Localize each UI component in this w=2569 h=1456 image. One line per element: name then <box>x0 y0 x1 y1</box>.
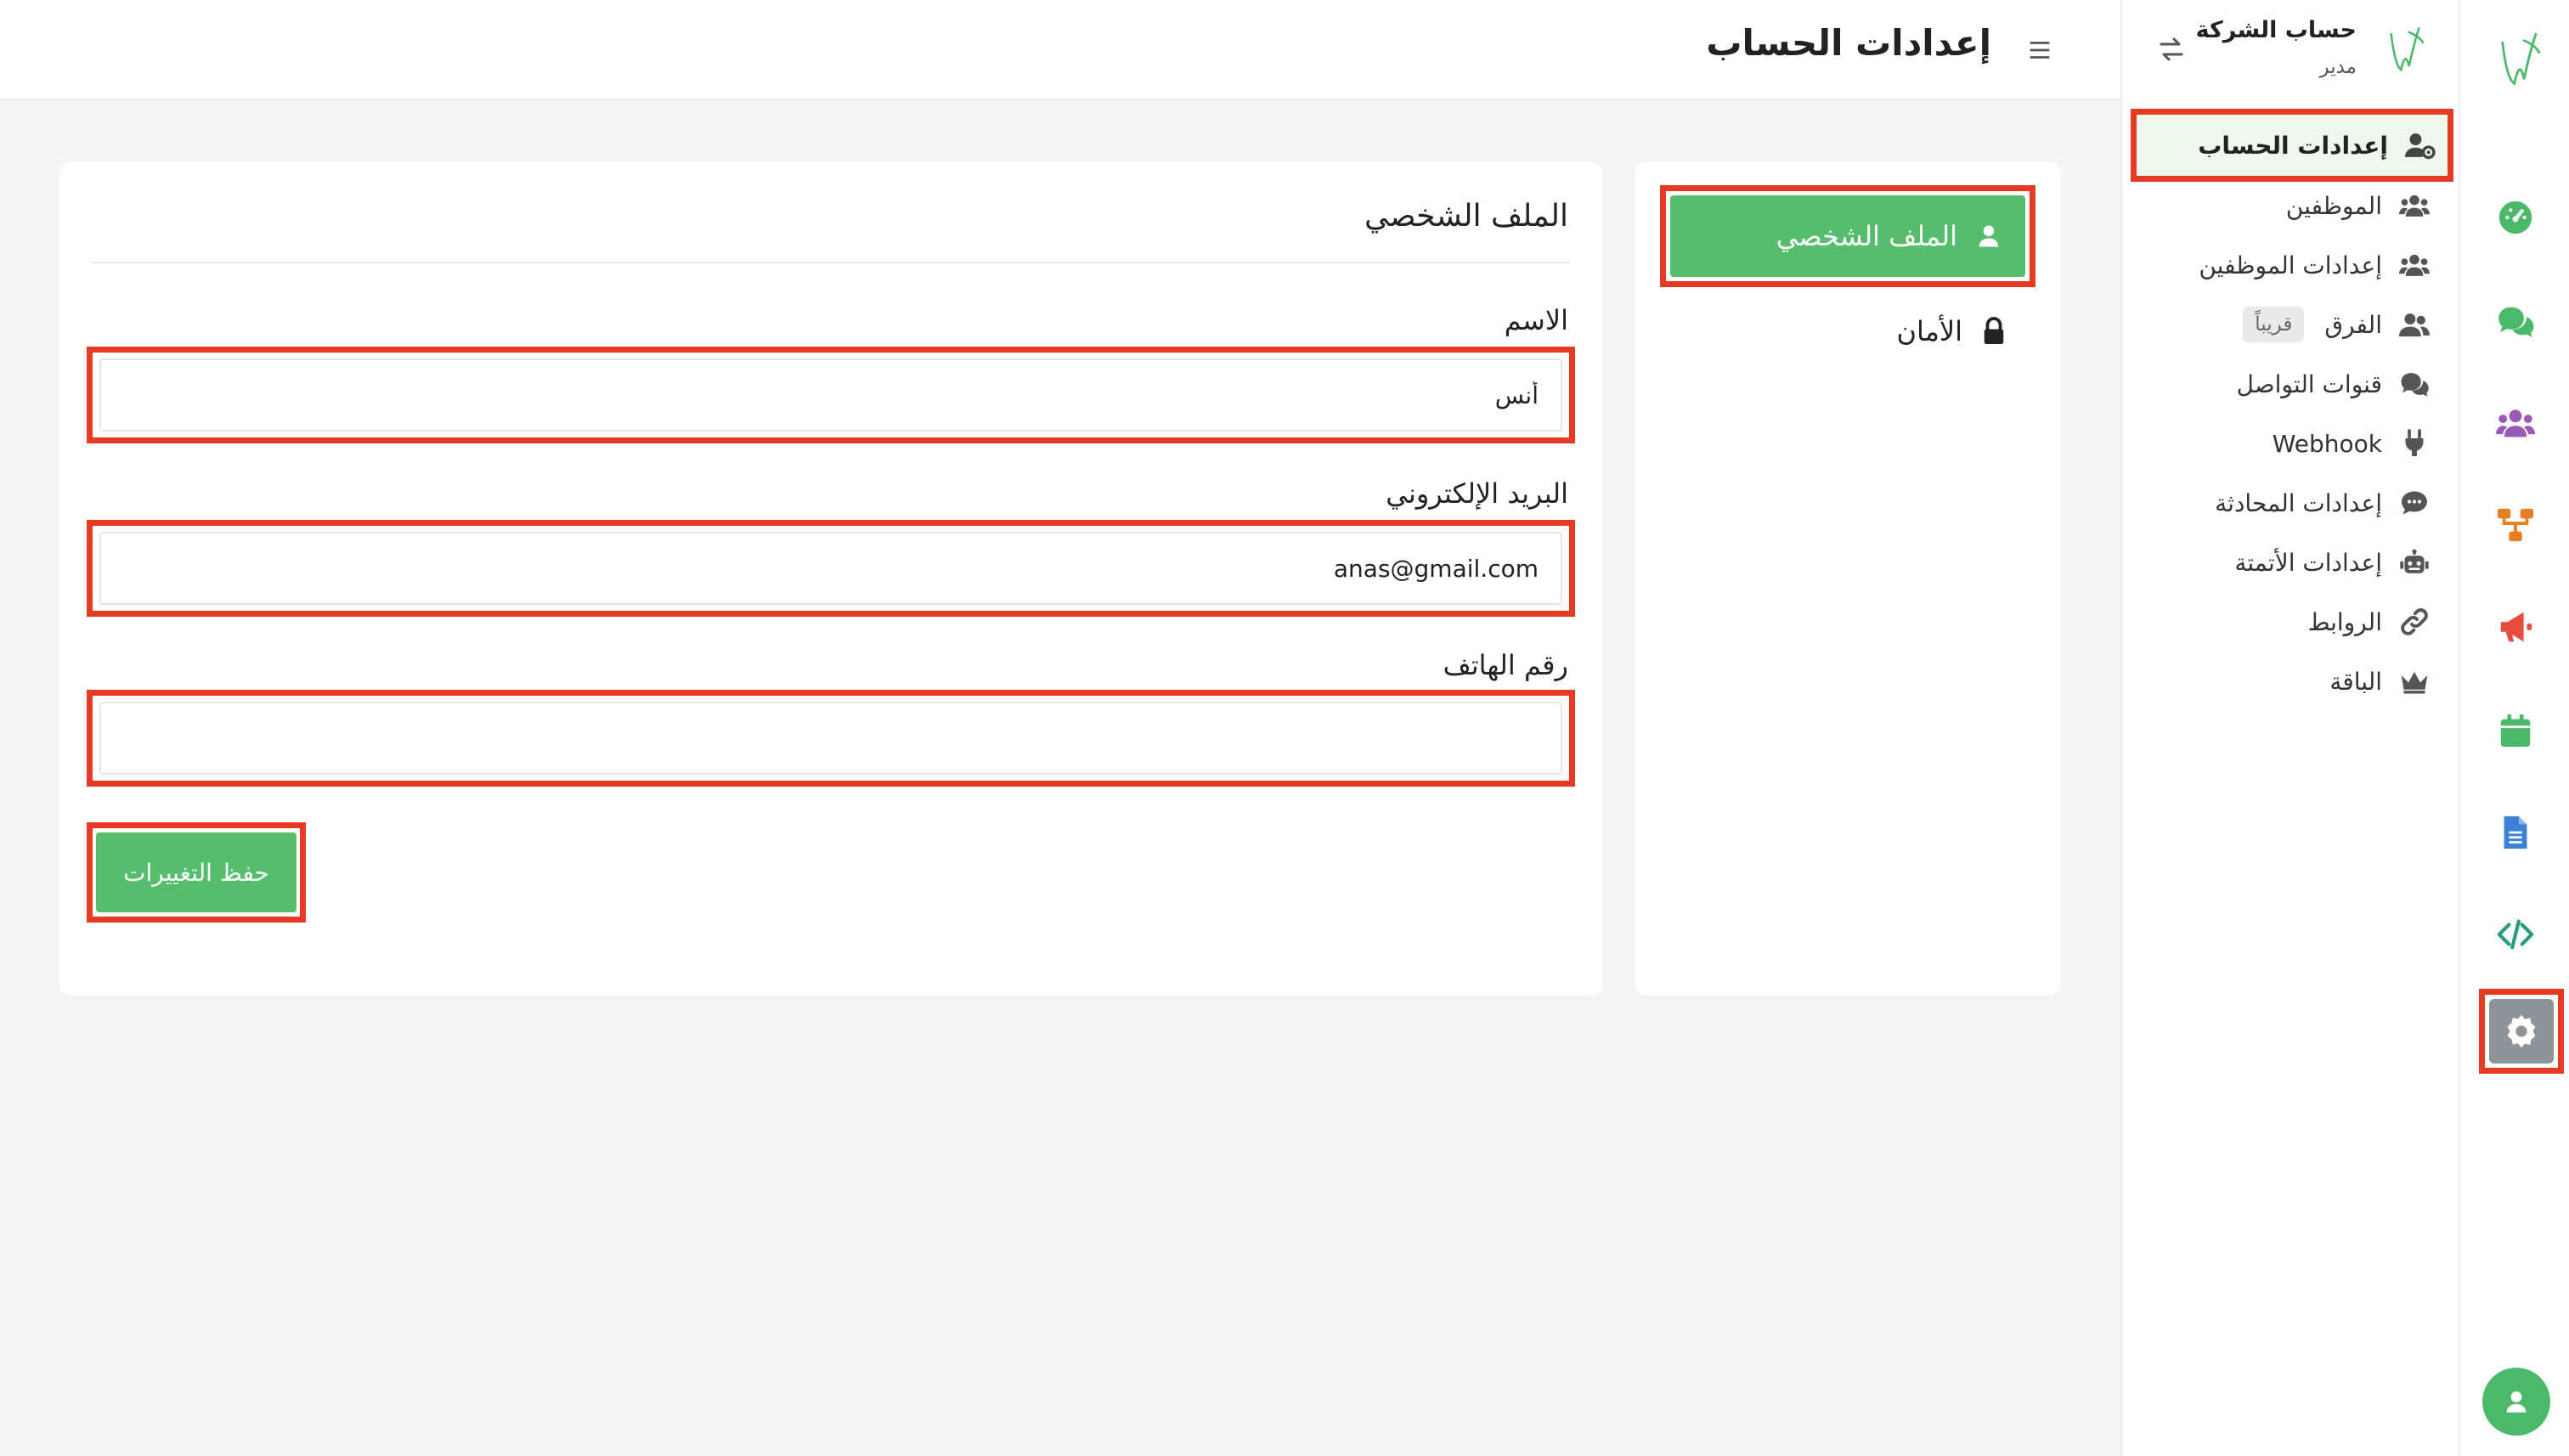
email-label: البريد الإلكتروني <box>1386 477 1568 510</box>
sidebar-item-employee-settings[interactable]: إعدادات الموظفين <box>2134 240 2450 291</box>
switch-account-icon[interactable] <box>2156 34 2187 65</box>
sidebar-item-account-settings[interactable]: إعدادات الحساب <box>2131 109 2453 182</box>
users-icon <box>2399 195 2430 217</box>
robot-icon <box>2400 549 2429 573</box>
tab-profile-wrapper: الملف الشخصي <box>1660 185 2035 287</box>
settings-sidebar: حساب الشركة مدير إعدادات الحساب الموظفين… <box>2120 0 2459 1456</box>
phone-field-wrapper <box>87 690 1575 787</box>
sidebar-item-teams[interactable]: قريباً الفرق <box>2134 299 2450 350</box>
rail-dashboard[interactable] <box>2487 189 2544 246</box>
code-icon <box>2497 919 2534 950</box>
comments-icon <box>2401 373 2429 397</box>
document-icon <box>2504 815 2527 849</box>
sidebar-item-links[interactable]: الروابط <box>2134 596 2450 647</box>
email-input[interactable] <box>99 532 1562 605</box>
tab-security[interactable]: الأمان <box>1896 306 2007 357</box>
flow-icon <box>2497 508 2534 542</box>
icon-rail <box>2459 0 2569 1456</box>
sidebar-item-webhook[interactable]: Webhook <box>2134 418 2450 469</box>
plug-icon <box>2405 429 2424 456</box>
company-logo <box>2390 27 2425 72</box>
sidebar-item-label: إعدادات الحساب <box>2198 131 2388 160</box>
rail-settings[interactable] <box>2489 999 2554 1064</box>
sidebar-item-label: الباقة <box>2329 667 2382 696</box>
form-title: الملف الشخصي <box>1364 199 1568 234</box>
rail-calendar[interactable] <box>2487 702 2544 759</box>
rail-chats[interactable] <box>2487 292 2544 350</box>
sidebar-item-employees[interactable]: الموظفين <box>2134 180 2450 231</box>
comment-dots-icon <box>2402 491 2427 515</box>
rail-flows[interactable] <box>2487 496 2544 554</box>
hamburger-menu-icon[interactable] <box>2025 36 2054 65</box>
profile-form-card: الملف الشخصي الاسم البريد الإلكتروني رقم… <box>59 161 1602 996</box>
sidebar-item-channels[interactable]: قنوات التواصل <box>2134 358 2450 409</box>
sidebar-item-label: إعدادات الموظفين <box>2199 251 2382 279</box>
rail-settings-wrapper <box>2479 989 2564 1074</box>
app-logo[interactable] <box>2494 25 2545 90</box>
dashboard-gauge-icon <box>2498 200 2532 234</box>
company-name: حساب الشركة <box>2195 17 2357 43</box>
crown-icon <box>2401 671 2428 694</box>
team-icon <box>2496 409 2535 437</box>
name-field-wrapper <box>87 347 1575 443</box>
users-gear-icon <box>2399 254 2430 276</box>
sidebar-item-chat-settings[interactable]: إعدادات المحادثة <box>2134 477 2450 528</box>
save-changes-button[interactable]: حفظ التغييرات <box>96 832 296 912</box>
profile-tabs-card: الملف الشخصي الأمان <box>1635 161 2061 996</box>
sidebar-item-label: إعدادات الأتمتة <box>2234 548 2382 577</box>
tab-profile-label: الملف الشخصي <box>1776 220 1957 252</box>
save-button-wrapper: حفظ التغييرات <box>87 822 306 923</box>
user-gear-icon <box>2405 133 2436 160</box>
rail-campaigns[interactable] <box>2487 598 2544 656</box>
phone-input[interactable] <box>99 702 1562 775</box>
page-title: إعدادات الحساب <box>1706 22 1991 64</box>
megaphone-icon <box>2500 612 2532 642</box>
settings-gear-icon <box>2507 1014 2536 1048</box>
coming-soon-badge: قريباً <box>2243 307 2305 342</box>
sidebar-item-label: Webhook <box>2272 429 2382 458</box>
rail-documents[interactable] <box>2487 804 2544 861</box>
sidebar-item-label: الروابط <box>2307 607 2382 636</box>
sidebar-item-label: الموظفين <box>2285 191 2382 220</box>
user-group-icon <box>2399 313 2430 337</box>
rail-team[interactable] <box>2487 394 2544 452</box>
tab-profile[interactable]: الملف الشخصي <box>1670 195 2025 277</box>
sidebar-item-label: الفرق <box>2324 310 2382 339</box>
user-icon <box>1979 225 1999 247</box>
user-avatar-icon <box>2506 1391 2527 1413</box>
link-icon <box>2401 608 2428 635</box>
sidebar-item-plan[interactable]: الباقة <box>2134 656 2450 707</box>
top-header: إعدادات الحساب <box>0 0 2120 100</box>
email-field-wrapper <box>87 520 1575 617</box>
company-role: مدير <box>2319 56 2357 78</box>
lock-icon <box>1984 317 2004 344</box>
sidebar-item-automation-settings[interactable]: إعدادات الأتمتة <box>2134 537 2450 588</box>
tab-security-label: الأمان <box>1896 315 1962 347</box>
user-avatar[interactable] <box>2482 1368 2550 1436</box>
sidebar-item-label: قنوات التواصل <box>2236 370 2382 398</box>
phone-label: رقم الهاتف <box>1443 649 1568 681</box>
calendar-icon <box>2500 714 2531 748</box>
form-divider <box>92 262 1570 263</box>
name-input[interactable] <box>99 358 1562 432</box>
name-label: الاسم <box>1504 304 1568 336</box>
sidebar-item-label: إعدادات المحادثة <box>2215 488 2382 517</box>
rail-developer[interactable] <box>2487 906 2544 963</box>
chat-icon <box>2498 307 2534 337</box>
